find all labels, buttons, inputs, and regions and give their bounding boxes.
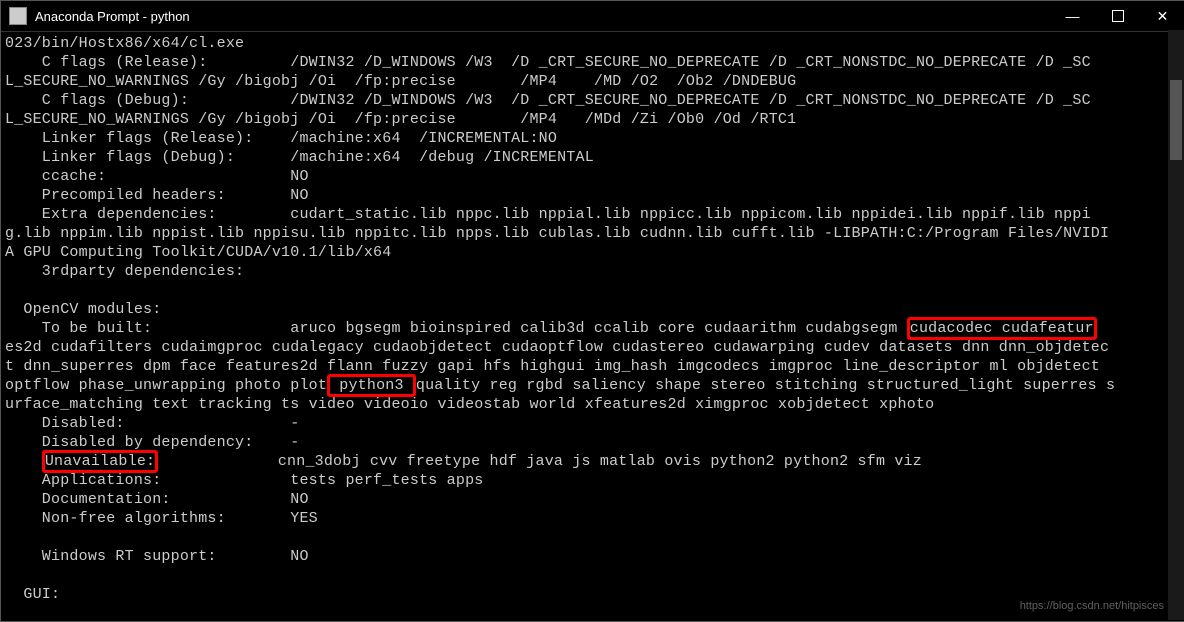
highlight-unavailable: Unavailable: (42, 450, 158, 473)
watermark: https://blog.csdn.net/hitpisces (1020, 600, 1164, 612)
scrollbar[interactable] (1168, 30, 1184, 620)
anaconda-prompt-window: Anaconda Prompt - python — ✕ 023/bin/Hos… (0, 0, 1184, 622)
maximize-button[interactable] (1095, 1, 1140, 31)
window-title: Anaconda Prompt - python (35, 9, 1050, 24)
terminal-output[interactable]: 023/bin/Hostx86/x64/cl.exe C flags (Rele… (1, 32, 1184, 621)
app-icon (9, 7, 27, 25)
minimize-button[interactable]: — (1050, 1, 1095, 31)
highlight-cudacodec: cudacodec cudafeatur (907, 317, 1097, 340)
titlebar[interactable]: Anaconda Prompt - python — ✕ (1, 1, 1184, 32)
scrollbar-thumb[interactable] (1170, 80, 1182, 160)
close-button[interactable]: ✕ (1140, 1, 1184, 31)
highlight-python3: python3 (327, 374, 416, 397)
